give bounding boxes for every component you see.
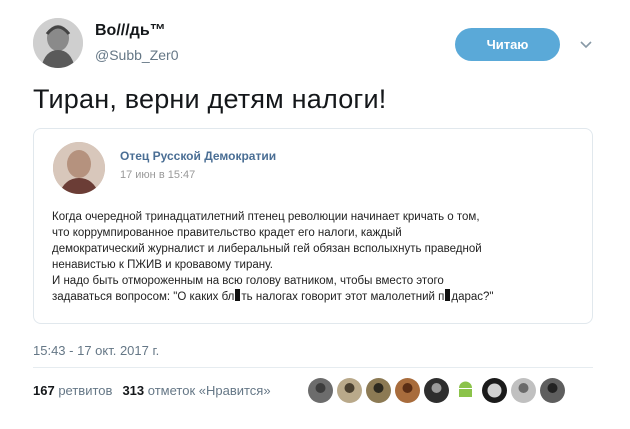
quote-body: Когда очередной тринадцатилетний птенец … xyxy=(52,209,582,305)
quote-author-avatar-image xyxy=(53,142,105,194)
android-icon[interactable] xyxy=(453,378,478,403)
quote-author-avatar[interactable] xyxy=(53,142,105,194)
quote-date: 17 июн в 15:47 xyxy=(120,169,196,181)
likes-label: отметок «Нравится» xyxy=(147,383,271,398)
quote-line-part: задаваться вопросом: "О каких бл xyxy=(52,291,235,303)
quote-line: демократический журналист и либеральный … xyxy=(52,243,482,255)
author-avatar[interactable] xyxy=(33,18,83,68)
quoted-post-card[interactable]: Отец Русской Демократии 17 июн в 15:47 К… xyxy=(33,128,593,324)
quote-line-part: ть налогах говорит этот малолетний п xyxy=(241,291,445,303)
quote-line-part: дарас?" xyxy=(451,291,494,303)
liker-avatar[interactable] xyxy=(337,378,362,403)
liker-avatar[interactable] xyxy=(540,378,565,403)
follow-button[interactable]: Читаю xyxy=(455,28,560,61)
likers-avatars xyxy=(308,378,565,403)
liker-avatar[interactable] xyxy=(424,378,449,403)
tweet-text: Тиран, верни детям налоги! xyxy=(33,84,387,114)
tweet-timestamp[interactable]: 15:43 - 17 окт. 2017 г. xyxy=(33,343,159,358)
quote-line: И надо быть отмороженным на всю голову в… xyxy=(52,275,444,287)
retweets-stat[interactable]: 167 ретвитов xyxy=(33,383,112,398)
likes-count: 313 xyxy=(122,383,145,398)
quote-line: Когда очередной тринадцатилетний птенец … xyxy=(52,211,480,223)
liker-avatar[interactable] xyxy=(395,378,420,403)
quote-line: задаваться вопросом: "О каких бл ть налог… xyxy=(52,289,582,305)
likes-stat[interactable]: 313 отметок «Нравится» xyxy=(122,383,270,398)
tweet-stats: 167 ретвитов 313 отметок «Нравится» xyxy=(33,383,271,398)
author-display-name[interactable]: Во///дь™ xyxy=(95,22,166,40)
quote-line: ненавистью к ПЖИВ и кровавому тирану. xyxy=(52,259,273,271)
quote-author-name[interactable]: Отец Русской Демократии xyxy=(120,149,276,163)
author-handle[interactable]: @Subb_Zer0 xyxy=(95,47,178,63)
chevron-down-icon[interactable] xyxy=(578,36,594,52)
author-avatar-image xyxy=(33,18,83,68)
liker-avatar[interactable] xyxy=(308,378,333,403)
censor-bar xyxy=(445,289,451,301)
retweets-count: 167 xyxy=(33,383,55,398)
liker-avatar[interactable] xyxy=(366,378,391,403)
retweets-label: ретвитов xyxy=(58,383,113,398)
liker-avatar[interactable] xyxy=(511,378,536,403)
divider xyxy=(33,367,593,368)
quote-line: что коррумпированное правительство краде… xyxy=(52,227,402,239)
liker-avatar[interactable] xyxy=(482,378,507,403)
censor-bar xyxy=(235,289,241,301)
